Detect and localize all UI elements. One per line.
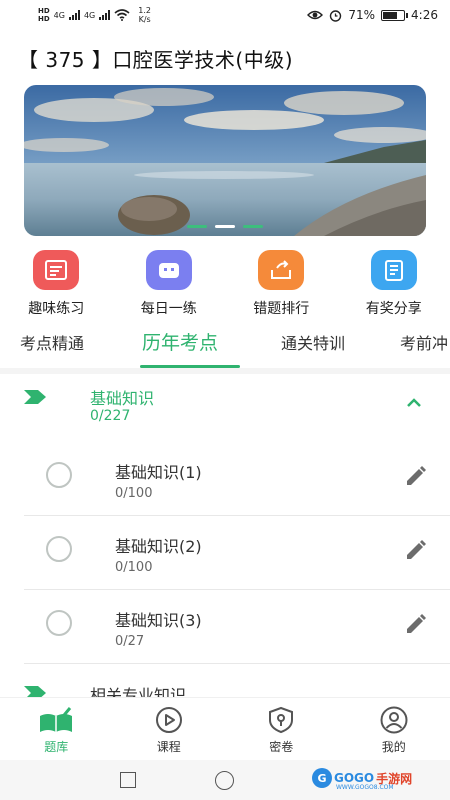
hd-badge: HD HD — [38, 7, 50, 23]
section-count: 0/227 — [90, 408, 131, 424]
status-left: HD HD 4G 4G 1.2 K/s — [38, 6, 151, 24]
shield-key-icon — [269, 706, 294, 734]
nav-label: 题库 — [44, 740, 69, 754]
section-title: 相关专业知识 — [90, 686, 187, 697]
robot-icon — [145, 250, 192, 290]
item-count: 0/100 — [115, 560, 153, 575]
status-bar: HD HD 4G 4G 1.2 K/s 71% 4:26 — [0, 0, 450, 30]
user-icon — [380, 706, 408, 734]
clipboard-icon — [33, 250, 80, 290]
section-tag-icon — [24, 390, 46, 404]
page-title: 【 375 】口腔医学技术(中级) — [18, 48, 293, 72]
nav-label: 我的 — [381, 740, 406, 754]
item-title: 基础知识(2) — [115, 537, 202, 556]
quick-menu-label: 每日一练 — [140, 301, 197, 317]
quick-menu-label: 错题排行 — [253, 301, 310, 317]
clock: 4:26 — [411, 8, 438, 22]
quick-menu-fun-practice[interactable]: 趣味练习 — [6, 250, 106, 320]
tree-section-xiangguan[interactable]: 相关专业知识 — [0, 670, 450, 697]
bottom-nav: 题库 课程 密卷 我的 — [0, 697, 450, 759]
signal-bars-icon — [68, 10, 80, 20]
battery-icon — [381, 9, 409, 21]
signal-type-1: 4G — [53, 10, 65, 20]
alarm-icon — [330, 9, 342, 22]
signal-bars-icon-2 — [99, 10, 111, 20]
item-radio[interactable] — [46, 462, 72, 488]
play-icon — [155, 707, 182, 733]
speed-value: 1.2 — [138, 6, 151, 15]
nav-label: 密卷 — [269, 740, 294, 754]
pencil-icon[interactable] — [404, 612, 428, 636]
pencil-icon[interactable] — [404, 538, 428, 562]
watermark-badge: G — [312, 768, 332, 788]
eye-icon — [307, 10, 324, 20]
tab-linian-kaodian[interactable]: 历年考点 — [142, 328, 218, 355]
nav-tiku[interactable]: 题库 — [6, 698, 106, 759]
home-button[interactable] — [215, 771, 234, 790]
item-title: 基础知识(3) — [115, 611, 202, 630]
tab-tongguan-texun[interactable]: 通关特训 — [281, 330, 345, 354]
item-count: 0/100 — [115, 486, 153, 501]
quick-menu-label: 有奖分享 — [365, 301, 422, 317]
status-right: 71% 4:26 — [307, 8, 438, 22]
notebook-icon — [370, 250, 417, 290]
nav-mijuan[interactable]: 密卷 — [231, 698, 331, 759]
battery-percent: 71% — [348, 8, 376, 22]
hd-label-2: HD — [38, 15, 50, 23]
quick-menu-label: 趣味练习 — [28, 301, 85, 317]
watermark-logo: G GOGO 手游网 WWW.GOGO8.COM — [312, 768, 412, 791]
carousel-dot-active[interactable] — [215, 225, 235, 228]
watermark-url: WWW.GOGO8.COM — [336, 784, 394, 791]
book-icon — [40, 707, 73, 732]
section-tag-icon — [24, 686, 46, 697]
item-count: 0/27 — [115, 634, 145, 649]
recent-apps-button[interactable] — [120, 772, 136, 788]
banner-carousel[interactable] — [24, 85, 426, 236]
tab-kaodian-jingtong[interactable]: 考点精通 — [20, 330, 84, 354]
item-radio[interactable] — [46, 536, 72, 562]
network-speed: 1.2 K/s — [138, 6, 151, 24]
tree-item[interactable]: 基础知识(1) 0/100 — [24, 442, 450, 516]
quick-menu-daily-practice[interactable]: 每日一练 — [119, 250, 219, 320]
watermark-brand: GOGO — [334, 771, 375, 785]
chevron-up-icon[interactable] — [406, 398, 422, 408]
item-title: 基础知识(1) — [115, 463, 202, 482]
section-title: 基础知识 — [90, 389, 155, 408]
quick-menu: 趣味练习 每日一练 错题排行 有奖分享 — [0, 250, 450, 320]
carousel-dots — [187, 225, 263, 228]
hd-label-1: HD — [38, 7, 50, 15]
box-share-icon — [258, 250, 305, 290]
signal-type-2: 4G — [83, 10, 96, 20]
item-radio[interactable] — [46, 610, 72, 636]
carousel-dot[interactable] — [187, 225, 207, 228]
banner-landscape-image — [24, 85, 426, 236]
nav-wode[interactable]: 我的 — [344, 698, 444, 759]
system-nav-bar: G GOGO 手游网 WWW.GOGO8.COM — [0, 760, 450, 800]
tree-section-jichu[interactable]: 基础知识 0/227 — [0, 374, 450, 440]
quick-menu-reward-share[interactable]: 有奖分享 — [344, 250, 444, 320]
quick-menu-wrong-ranking[interactable]: 错题排行 — [231, 250, 331, 320]
category-tabs: 考点精通 历年考点 通关特训 考前冲 — [0, 322, 450, 368]
nav-label: 课程 — [156, 740, 181, 754]
tab-kaoqian-chongci[interactable]: 考前冲 — [400, 330, 448, 354]
tree-item[interactable]: 基础知识(3) 0/27 — [24, 590, 450, 664]
nav-kecheng[interactable]: 课程 — [119, 698, 219, 759]
tree-item[interactable]: 基础知识(2) 0/100 — [24, 516, 450, 590]
wifi-icon — [114, 9, 130, 21]
speed-unit: K/s — [138, 15, 151, 24]
carousel-dot[interactable] — [243, 225, 263, 228]
pencil-icon[interactable] — [404, 464, 428, 488]
